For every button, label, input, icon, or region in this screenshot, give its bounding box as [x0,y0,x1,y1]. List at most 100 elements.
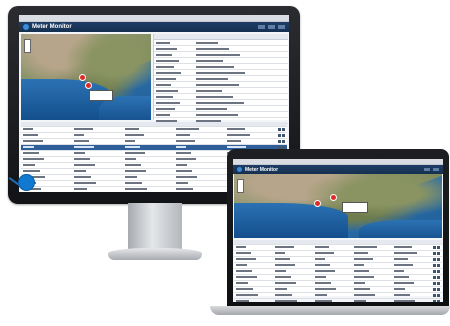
detail-value [196,89,222,92]
row-action-icon[interactable] [433,294,437,297]
row-action-icon[interactable] [437,264,441,267]
row-action-icon[interactable] [282,128,285,131]
detail-label [156,101,180,104]
detail-label [156,77,176,80]
row-action-icon[interactable] [437,276,441,279]
row-actions [433,246,441,249]
sea-area [234,202,349,238]
table-cell [354,293,393,302]
header-button[interactable] [268,25,275,29]
detail-value [196,41,218,44]
header-button[interactable] [424,168,430,171]
monitor-stand-base [108,248,202,260]
table-cell [275,293,314,302]
app-title: Meter Monitor [32,24,72,30]
row-action-icon[interactable] [433,288,437,291]
row-action-icon[interactable] [433,270,437,273]
header-button[interactable] [433,168,439,171]
row-action-icon[interactable] [433,246,437,249]
row-action-icon[interactable] [437,258,441,261]
map-popup [342,202,368,213]
header-button[interactable] [278,25,285,29]
row-actions [433,258,441,261]
app-header: Meter Monitor [19,22,289,32]
row-action-icon[interactable] [437,252,441,255]
zoom-control[interactable] [24,39,31,53]
row-action-icon[interactable] [433,252,437,255]
browser-toolbar [19,15,289,22]
table-cell [236,293,275,302]
map-view[interactable] [234,174,442,238]
detail-value [196,47,229,50]
row-action-icon[interactable] [437,300,441,302]
row-action-icon[interactable] [278,140,281,143]
details-panel [153,34,288,124]
accent-dot [18,174,35,191]
map-pin-icon[interactable] [330,194,337,201]
detail-label [156,71,181,74]
row-action-icon[interactable] [282,140,285,143]
map-pin-icon[interactable] [85,82,92,89]
row-action-icon[interactable] [433,258,437,261]
row-actions [433,276,441,279]
table-cell [314,293,354,302]
table-cell [393,293,433,302]
detail-label [156,47,177,50]
row-actions [433,300,441,302]
laptop: Meter Monitor [227,149,449,307]
row-action-icon[interactable] [437,288,441,291]
map-view[interactable] [21,34,151,120]
row-action-icon[interactable] [282,134,285,137]
detail-value [196,71,245,74]
row-actions [433,294,441,297]
row-action-icon[interactable] [278,134,281,137]
header-button[interactable] [258,25,265,29]
map-pin-icon[interactable] [314,200,321,207]
row-actions [278,128,285,131]
row-action-icon[interactable] [433,300,437,302]
table-cell [125,187,176,193]
detail-label [156,107,175,110]
table-cell [74,187,125,193]
row-action-icon[interactable] [437,282,441,285]
row-actions [433,288,441,291]
row-action-icon[interactable] [437,270,441,273]
detail-label [156,113,170,116]
monitor-stand-neck [128,203,182,251]
row-actions [278,140,285,143]
row-action-icon[interactable] [278,128,281,131]
map-popup [89,90,113,101]
detail-label [156,65,174,68]
detail-value [196,65,234,68]
zoom-control[interactable] [237,179,244,193]
detail-value [196,113,238,116]
logo-icon [237,167,242,172]
detail-value [196,95,233,98]
detail-label [156,83,171,86]
row-actions [278,134,285,137]
row-action-icon[interactable] [433,276,437,279]
detail-value [196,83,239,86]
detail-label [156,95,173,98]
row-action-icon[interactable] [433,282,437,285]
row-action-icon[interactable] [437,294,441,297]
row-action-icon[interactable] [437,246,441,249]
table-row[interactable] [234,299,442,302]
detail-value [196,59,223,62]
row-action-icon[interactable] [433,264,437,267]
row-actions [433,252,441,255]
detail-label [156,41,170,44]
laptop-base [210,306,450,315]
detail-label [156,59,179,62]
detail-label [156,89,178,92]
detail-value [196,77,228,80]
logo-icon [23,24,29,30]
map-pin-icon[interactable] [79,74,86,81]
detail-value [196,53,240,56]
detail-value [196,101,244,104]
row-actions [433,282,441,285]
detail-label [156,53,172,56]
meter-grid [234,240,442,302]
table-cell [176,187,227,193]
laptop-screen: Meter Monitor [233,159,443,302]
